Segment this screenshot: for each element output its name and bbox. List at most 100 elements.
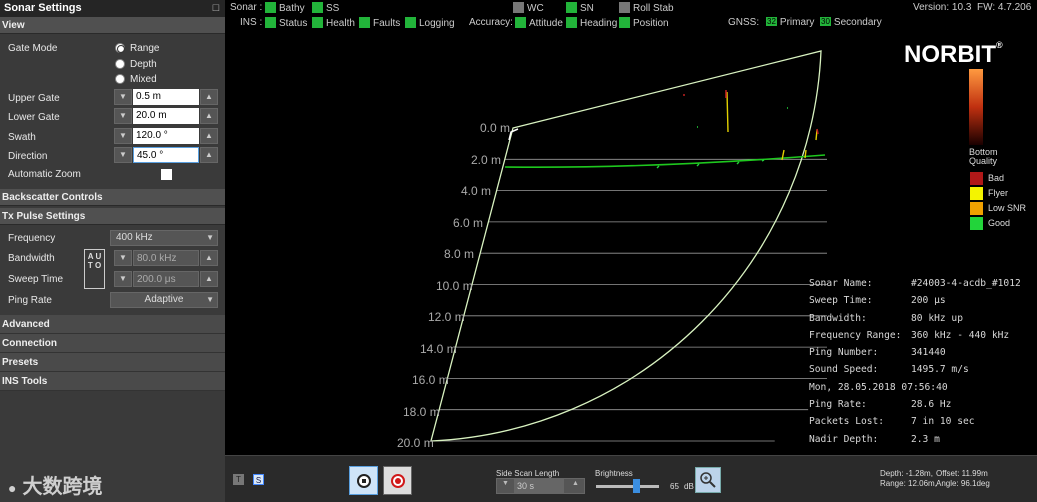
swath-stepper[interactable]: ▼ 120.0 ° ▲ xyxy=(114,128,218,144)
status-light-icon xyxy=(312,2,323,13)
seabed-line xyxy=(504,154,826,168)
increment-icon[interactable]: ▲ xyxy=(200,108,218,124)
decrement-icon[interactable]: ▼ xyxy=(114,108,132,124)
bottom-toolbar: T S Side Scan Length ▼ 30 s ▲ Brightness… xyxy=(225,455,1037,502)
watermark-logo-icon: ● xyxy=(8,480,17,496)
radio-depth[interactable] xyxy=(115,59,125,69)
sonar-display[interactable]: 0.0 m 2.0 m 4.0 m 6.0 m 8.0 m 10.0 m 12.… xyxy=(227,32,1037,455)
status-light-icon xyxy=(265,2,276,13)
bandwidth-stepper[interactable]: ▼ 80.0 kHz ▲ xyxy=(114,250,218,266)
depth-label: 12.0 m xyxy=(428,310,465,324)
wc-indicator: WC xyxy=(509,2,544,14)
gnss-primary-indicator: 32 Primary xyxy=(766,17,815,28)
bandwidth-input[interactable]: 80.0 kHz xyxy=(133,250,199,266)
status-light-icon xyxy=(566,2,577,13)
direction-stepper[interactable]: ▼ 45.0 ° ▲ xyxy=(114,147,218,163)
status-light-icon xyxy=(405,17,416,28)
t-toggle[interactable]: T xyxy=(233,474,244,485)
section-presets[interactable]: Presets xyxy=(0,353,225,372)
s-toggle[interactable]: S xyxy=(253,474,264,485)
sweep-time-input[interactable]: 200.0 μs xyxy=(133,271,199,287)
info-row: Sound Speed: 1495.7 m/s xyxy=(809,364,969,376)
lower-gate-stepper[interactable]: ▼ 20.0 m ▲ xyxy=(114,108,218,124)
record-icon xyxy=(391,474,405,488)
legend-swatch-bad xyxy=(970,172,983,185)
radio-range[interactable] xyxy=(115,43,125,53)
decrement-icon[interactable]: ▼ xyxy=(114,128,132,144)
upper-gate-stepper[interactable]: ▼ 0.5 m ▲ xyxy=(114,89,218,105)
gnss-secondary-count: 30 xyxy=(820,17,831,26)
attitude-indicator: Attitude xyxy=(511,17,563,29)
gnss-label: GNSS: xyxy=(728,17,760,28)
section-ins-tools[interactable]: INS Tools xyxy=(0,372,225,391)
quality-colorbar xyxy=(969,69,983,145)
gate-mode-label: Gate Mode xyxy=(8,43,58,54)
gnss-secondary-indicator: 30 Secondary xyxy=(820,17,882,28)
chevron-down-icon: ▼ xyxy=(206,233,214,242)
info-row: Bandwidth: 80 kHz up xyxy=(809,312,963,324)
brightness-thumb[interactable] xyxy=(633,479,641,493)
swath-input[interactable]: 120.0 ° xyxy=(133,128,199,144)
sonar-settings-panel: Sonar Settings ☐ View Gate Mode Range De… xyxy=(0,0,225,502)
legend-title: Bottom Quality xyxy=(969,147,998,166)
section-advanced[interactable]: Advanced xyxy=(0,315,225,334)
side-scan-input[interactable]: 30 s xyxy=(514,479,564,493)
increment-icon[interactable]: ▲ xyxy=(200,128,218,144)
lower-gate-input[interactable]: 20.0 m xyxy=(133,108,199,124)
radio-mixed[interactable] xyxy=(115,74,125,84)
increment-icon[interactable]: ▲ xyxy=(568,480,583,492)
section-connection[interactable]: Connection xyxy=(0,334,225,353)
direction-label: Direction xyxy=(8,151,48,162)
status-bar: Sonar : Bathy SS WC SN Roll Stab Version… xyxy=(225,0,1037,32)
decrement-icon[interactable]: ▼ xyxy=(114,250,132,266)
depth-readout: Depth: -1.28m, xyxy=(880,469,933,478)
depth-label: 20.0 m xyxy=(397,436,434,450)
auto-zoom-checkbox[interactable] xyxy=(161,169,172,180)
side-scan-length-label: Side Scan Length xyxy=(496,469,560,478)
offset-readout: Offset: 11.99m xyxy=(936,469,988,478)
auto-toggle[interactable]: A U T O xyxy=(84,249,105,289)
bandwidth-label: Bandwidth xyxy=(8,253,55,264)
depth-label: 2.0 m xyxy=(471,153,502,167)
pin-icon[interactable]: ☐ xyxy=(212,0,220,17)
stop-button[interactable] xyxy=(349,466,378,495)
increment-icon[interactable]: ▲ xyxy=(200,271,218,287)
sonar-ss-indicator: SS xyxy=(308,2,339,14)
direction-input[interactable]: 45.0 ° xyxy=(133,147,199,163)
info-row: Nadir Depth: 2.3 m xyxy=(809,433,940,445)
norbit-logo: NORBIT® xyxy=(904,40,1003,68)
ping-rate-value: Adaptive xyxy=(144,294,184,305)
heading-indicator: Heading xyxy=(562,17,617,29)
status-light-icon xyxy=(513,2,524,13)
brightness-slider[interactable] xyxy=(596,479,659,493)
increment-icon[interactable]: ▲ xyxy=(200,89,218,105)
ping-rate-select[interactable]: Adaptive ▼ xyxy=(110,292,218,308)
section-tx-pulse[interactable]: Tx Pulse Settings xyxy=(0,208,225,225)
section-view[interactable]: View xyxy=(0,17,225,34)
side-scan-stepper[interactable]: ▼ 30 s ▲ xyxy=(496,478,585,494)
decrement-icon[interactable]: ▼ xyxy=(114,271,132,287)
frequency-value: 400 kHz xyxy=(116,232,153,243)
frequency-select[interactable]: 400 kHz ▼ xyxy=(110,230,218,246)
info-row: Sweep Time: 200 μs xyxy=(809,295,946,307)
sweep-time-stepper[interactable]: ▼ 200.0 μs ▲ xyxy=(114,271,218,287)
zoom-button[interactable] xyxy=(695,467,721,493)
swath-label: Swath xyxy=(8,132,36,143)
decrement-icon[interactable]: ▼ xyxy=(114,89,132,105)
ins-status-label: INS : xyxy=(240,17,263,28)
ins-health-indicator: Health xyxy=(308,17,355,29)
section-backscatter[interactable]: Backscatter Controls xyxy=(0,189,225,206)
lower-gate-label: Lower Gate xyxy=(8,112,60,123)
info-row: Frequency Range: 360 kHz - 440 kHz xyxy=(809,329,1010,341)
upper-gate-input[interactable]: 0.5 m xyxy=(133,89,199,105)
increment-icon[interactable]: ▲ xyxy=(200,147,218,163)
sonar-info-panel: Sonar Name: #24003-4-acdb_#1012 Sweep Tim… xyxy=(809,278,1021,451)
ins-logging-indicator: Logging xyxy=(401,17,455,29)
decrement-icon[interactable]: ▼ xyxy=(114,147,132,163)
sonar-bathy-indicator: Bathy xyxy=(261,2,305,14)
record-button[interactable] xyxy=(383,466,412,495)
decrement-icon[interactable]: ▼ xyxy=(498,480,513,492)
increment-icon[interactable]: ▲ xyxy=(200,250,218,266)
ping-rate-label: Ping Rate xyxy=(8,295,52,306)
legend-label-flyer: Flyer xyxy=(988,188,1008,198)
